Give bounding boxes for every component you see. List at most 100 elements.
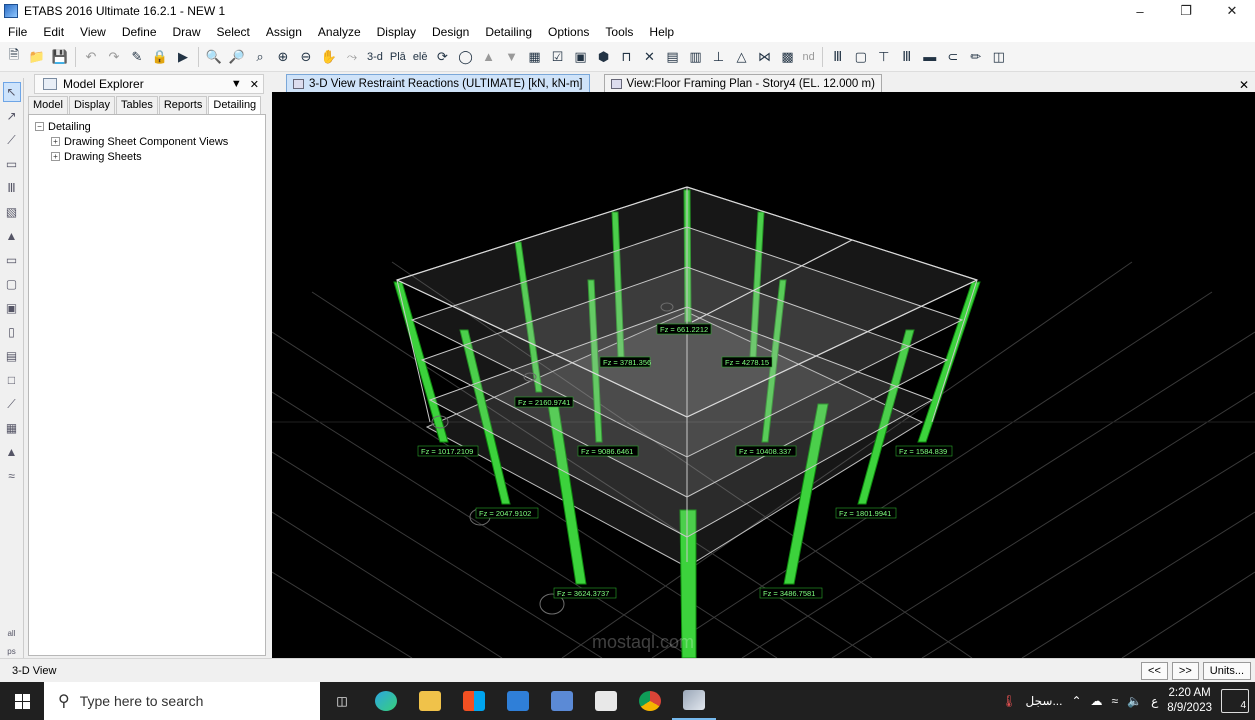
menu-select[interactable]: Select <box>209 25 258 39</box>
set-display-options-icon[interactable]: ☑ <box>548 47 568 67</box>
frame-icon[interactable]: ⊓ <box>617 47 637 67</box>
menu-design[interactable]: Design <box>424 25 477 39</box>
close-button[interactable]: ✕ <box>1209 0 1255 22</box>
zoom-out-icon[interactable]: ⊖ <box>296 47 316 67</box>
nd-button[interactable]: nd <box>801 47 817 67</box>
menu-define[interactable]: Define <box>114 25 165 39</box>
zoom-previous-icon[interactable]: ⌕ <box>250 47 270 67</box>
model-3d-viewport[interactable]: Fz = 661.2212 Fz = 3781.356 Fz = 4278.15… <box>272 92 1255 658</box>
zoom-window-icon[interactable]: 🔍 <box>204 47 224 67</box>
tab-model[interactable]: Model <box>28 96 68 116</box>
draw-link-icon[interactable]: ⟋ <box>3 394 21 414</box>
next-view-button[interactable]: >> <box>1171 661 1199 680</box>
draw-column-icon[interactable]: Ⅲ <box>3 178 21 198</box>
zoom-all-icon[interactable]: 🔎 <box>227 47 247 67</box>
column-section-icon[interactable]: Ⅲ <box>897 47 917 67</box>
redo-icon[interactable]: ↷ <box>104 47 124 67</box>
plan-view-button[interactable]: Plā <box>388 47 408 67</box>
move-up-icon[interactable]: ▲ <box>479 47 499 67</box>
tab-3d-view[interactable]: 3-D View Restraint Reactions (ULTIMATE) … <box>286 74 590 92</box>
save-icon[interactable]: 💾 <box>50 47 70 67</box>
menu-display[interactable]: Display <box>369 25 424 39</box>
network-icon[interactable]: ☁ <box>1091 694 1103 708</box>
tree-node-drawing-sheets[interactable]: + Drawing Sheets <box>35 149 259 164</box>
tee-section-icon[interactable]: ⊤ <box>874 47 894 67</box>
lock-icon[interactable]: 🔒 <box>150 47 170 67</box>
menu-analyze[interactable]: Analyze <box>310 25 369 39</box>
channel-section-icon[interactable]: ⊂ <box>943 47 963 67</box>
zoom-in-icon[interactable]: ⊕ <box>273 47 293 67</box>
draw-slab-icon[interactable]: ▤ <box>3 346 21 366</box>
layout-icon[interactable]: ◫ <box>989 47 1009 67</box>
menu-options[interactable]: Options <box>540 25 597 39</box>
volume-icon[interactable]: 🔈 <box>1127 694 1142 708</box>
menu-tools[interactable]: Tools <box>597 25 641 39</box>
pinned-app[interactable] <box>540 682 584 720</box>
undo-icon[interactable]: ↶ <box>81 47 101 67</box>
open-file-icon[interactable]: 📁 <box>27 47 47 67</box>
notes-app[interactable] <box>584 682 628 720</box>
draw-line-icon[interactable]: ⟋ <box>3 130 21 150</box>
wall-icon[interactable]: ▤ <box>663 47 683 67</box>
menu-assign[interactable]: Assign <box>258 25 310 39</box>
brace-icon[interactable]: ✕ <box>640 47 660 67</box>
grid-view-icon[interactable]: ▩ <box>778 47 798 67</box>
tab-tables[interactable]: Tables <box>116 96 158 116</box>
draw-area-icon[interactable]: ▢ <box>3 274 21 294</box>
wall-stack-icon[interactable]: ▥ <box>686 47 706 67</box>
wifi-icon[interactable]: ≈ <box>1112 694 1119 708</box>
language-indicator[interactable]: ع <box>1151 694 1158 708</box>
tree-node-drawing-sheet-component-views[interactable]: + Drawing Sheet Component Views <box>35 134 259 149</box>
previous-view-button[interactable]: << <box>1141 661 1168 680</box>
object-shrink-icon[interactable]: ▦ <box>525 47 545 67</box>
move-down-icon[interactable]: ▼ <box>502 47 522 67</box>
draw-wave-icon[interactable]: ≈ <box>3 466 21 486</box>
beam-section-icon[interactable]: ▬ <box>920 47 940 67</box>
pencil-icon[interactable]: ✎ <box>127 47 147 67</box>
dropdown-icon[interactable]: ▼ <box>231 78 242 91</box>
tab-detailing[interactable]: Detailing <box>208 96 262 116</box>
color-icon[interactable]: ✏ <box>966 47 986 67</box>
etabs-app[interactable] <box>672 682 716 720</box>
reshape-icon[interactable]: ↗ <box>3 106 21 126</box>
edge-app[interactable] <box>364 682 408 720</box>
chrome-app[interactable] <box>628 682 672 720</box>
close-view-icon[interactable]: ✕ <box>1239 78 1249 92</box>
box-section-icon[interactable]: ▢ <box>851 47 871 67</box>
tab-reports[interactable]: Reports <box>158 96 208 116</box>
tab-floor-framing-plan[interactable]: View:Floor Framing Plan - Story4 (EL. 12… <box>603 74 882 92</box>
start-button[interactable] <box>0 682 44 720</box>
measure-icon[interactable]: ⤳ <box>342 47 362 67</box>
draw-beam-icon[interactable]: ▭ <box>3 154 21 174</box>
perspective-icon[interactable]: ◯ <box>456 47 476 67</box>
draw-floor-icon[interactable]: ▭ <box>3 250 21 270</box>
draw-grid-beam-icon[interactable]: ▧ <box>3 202 21 222</box>
elevation-view-button[interactable]: elē <box>411 47 430 67</box>
units-button[interactable]: Units... <box>1202 661 1251 680</box>
run-analysis-icon[interactable]: ▶ <box>173 47 193 67</box>
minimize-button[interactable]: – <box>1117 0 1163 22</box>
tab-display[interactable]: Display <box>68 96 116 116</box>
expand-icon[interactable]: + <box>51 137 60 146</box>
notification-icon[interactable]: 4 <box>1221 689 1249 713</box>
taskbar-search[interactable]: ⚲ Type here to search <box>44 682 320 720</box>
menu-file[interactable]: File <box>0 25 35 39</box>
draw-wall-icon[interactable]: ▯ <box>3 322 21 342</box>
restore-button[interactable]: ❐ <box>1163 0 1209 22</box>
rotate-icon[interactable]: ⟳ <box>433 47 453 67</box>
draw-dim-icon[interactable]: □ <box>3 370 21 390</box>
extrude-icon[interactable]: ⬢ <box>594 47 614 67</box>
mail-app[interactable] <box>496 682 540 720</box>
pan-icon[interactable]: ✋ <box>319 47 339 67</box>
truss-icon[interactable]: ⊥ <box>709 47 729 67</box>
menu-help[interactable]: Help <box>641 25 682 39</box>
tree-node-detailing[interactable]: − Detailing <box>35 119 259 134</box>
pointer-icon[interactable]: ↖ <box>2 82 21 102</box>
view-3d-button[interactable]: 3-d <box>365 47 385 67</box>
expand-icon[interactable]: + <box>51 152 60 161</box>
draw-grid-icon[interactable]: ▦ <box>3 418 21 438</box>
task-view-button[interactable]: ◫ <box>320 682 364 720</box>
chevron-up-icon[interactable]: ⌃ <box>1071 694 1081 708</box>
new-file-icon[interactable]: 🗎 <box>4 47 24 67</box>
link-icon[interactable]: ⋈ <box>755 47 775 67</box>
